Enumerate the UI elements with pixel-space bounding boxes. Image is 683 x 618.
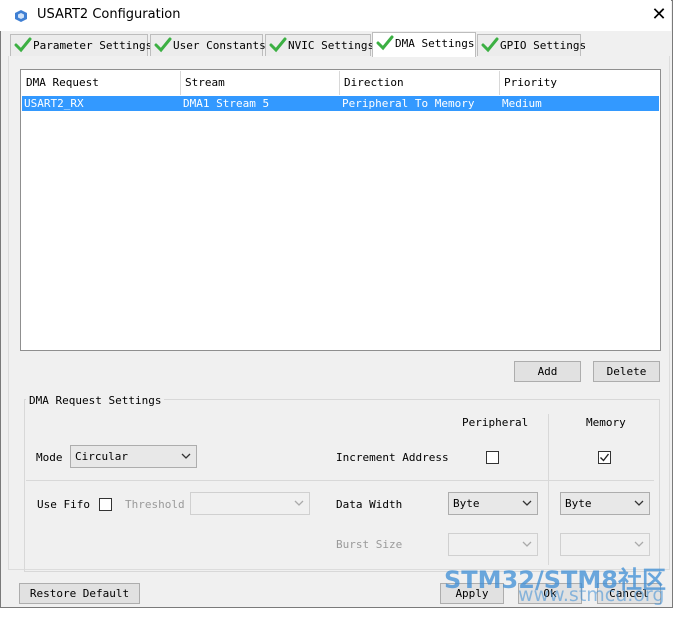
- increment-address-label: Increment Address: [336, 451, 449, 464]
- peripheral-header: Peripheral: [462, 416, 529, 429]
- column-header-priority[interactable]: Priority: [500, 71, 659, 95]
- threshold-select[interactable]: [190, 492, 310, 515]
- chevron-down-icon: [522, 500, 532, 506]
- check-icon: [376, 35, 394, 51]
- app-icon: [15, 10, 27, 22]
- check-icon: [269, 37, 287, 53]
- restore-default-button[interactable]: Restore Default: [19, 583, 140, 604]
- tab-label: DMA Settings: [395, 37, 475, 50]
- cell-direction: Peripheral To Memory: [342, 97, 475, 110]
- mode-label: Mode: [36, 451, 63, 464]
- tab-label: Parameter Settings: [33, 39, 153, 52]
- cell-dma-request: USART2_RX: [24, 97, 84, 110]
- peripheral-burst-select[interactable]: [448, 533, 538, 556]
- tab-gpio-settings[interactable]: GPIO Settings: [477, 34, 586, 56]
- tab-label: User Constants: [173, 39, 266, 52]
- tab-dma-settings[interactable]: DMA Settings: [372, 32, 476, 57]
- memory-increment-checkbox[interactable]: [598, 451, 611, 464]
- chevron-down-icon: [634, 500, 644, 506]
- delete-button[interactable]: Delete: [593, 361, 660, 382]
- row-separator: [26, 480, 654, 481]
- chevron-down-icon: [181, 453, 191, 459]
- memory-header: Memory: [586, 416, 626, 429]
- mode-value: Circular: [75, 450, 128, 463]
- add-button[interactable]: Add: [514, 361, 581, 382]
- tab-user-constants[interactable]: User Constants: [150, 34, 266, 56]
- use-fifo-label: Use Fifo: [37, 498, 90, 511]
- data-width-label: Data Width: [336, 498, 403, 511]
- tab-label: NVIC Settings: [288, 39, 375, 52]
- background-strip-bottom: [0, 608, 683, 618]
- close-button[interactable]: ✕: [642, 2, 676, 28]
- column-header-dma-request[interactable]: DMA Request: [22, 71, 181, 95]
- tab-nvic-settings[interactable]: NVIC Settings: [265, 34, 375, 56]
- burst-size-label: Burst Size: [336, 538, 403, 551]
- column-header-direction[interactable]: Direction: [340, 71, 500, 95]
- tab-label: GPIO Settings: [500, 39, 587, 52]
- background-strip: [673, 0, 683, 618]
- chevron-down-icon: [522, 541, 532, 547]
- cell-priority: Medium: [502, 97, 542, 110]
- tab-parameter-settings[interactable]: Parameter Settings: [10, 34, 152, 56]
- close-icon: ✕: [651, 4, 667, 25]
- memory-data-width-select[interactable]: Byte: [560, 492, 650, 515]
- column-separator: [548, 414, 549, 565]
- peripheral-increment-checkbox[interactable]: [486, 451, 499, 464]
- cell-stream: DMA1 Stream 5: [183, 97, 270, 110]
- check-icon: [14, 37, 32, 53]
- mode-select[interactable]: Circular: [70, 445, 197, 468]
- column-header-stream[interactable]: Stream: [181, 71, 340, 95]
- peripheral-data-width-value: Byte: [453, 497, 480, 510]
- check-icon: [481, 37, 499, 53]
- watermark-url: www.stmcu.org: [518, 584, 665, 606]
- use-fifo-checkbox[interactable]: [99, 498, 112, 511]
- memory-burst-select[interactable]: [560, 533, 650, 556]
- group-title: DMA Request Settings: [26, 394, 165, 407]
- chevron-down-icon: [634, 541, 644, 547]
- window-title: USART2 Configuration: [37, 7, 181, 22]
- dma-request-table[interactable]: [20, 69, 661, 351]
- threshold-label: Threshold: [125, 498, 185, 511]
- chevron-down-icon: [294, 500, 304, 506]
- peripheral-data-width-select[interactable]: Byte: [448, 492, 538, 515]
- checkmark-icon: [600, 453, 610, 462]
- check-icon: [154, 37, 172, 53]
- memory-data-width-value: Byte: [565, 497, 592, 510]
